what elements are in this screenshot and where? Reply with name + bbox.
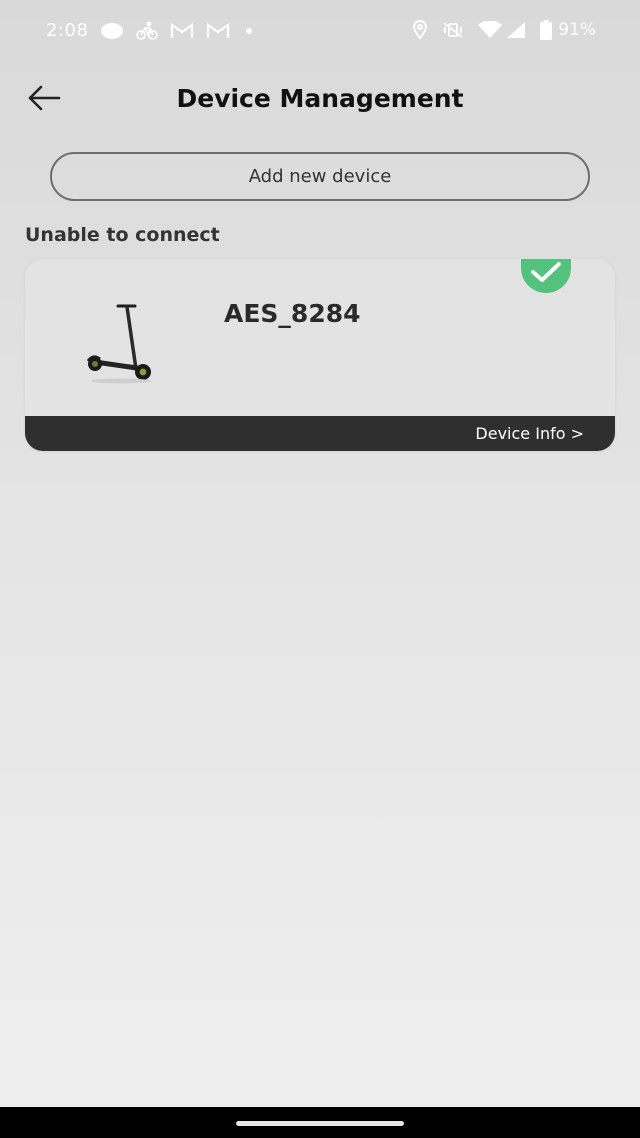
home-indicator[interactable]	[236, 1121, 404, 1126]
status-left: 2:08	[46, 20, 253, 41]
device-card[interactable]: AES_8284 Device Info >	[25, 259, 615, 451]
vibrate-off-icon	[442, 21, 464, 39]
bike-icon	[136, 21, 159, 41]
battery-percent: 91%	[558, 20, 596, 40]
page-title: Device Management	[176, 84, 464, 113]
scooter-image	[81, 299, 161, 387]
header: Device Management	[0, 70, 640, 130]
status-right: 91%	[412, 20, 596, 40]
gmail-icon	[206, 22, 230, 39]
selected-badge	[521, 259, 571, 293]
checkmark-icon	[530, 261, 562, 287]
dot-icon	[246, 27, 253, 34]
add-new-device-button[interactable]: Add new device	[50, 152, 590, 201]
cloud-icon	[100, 22, 124, 40]
navigation-bar	[0, 1107, 640, 1138]
signal-icon	[506, 21, 526, 39]
wifi-icon	[478, 21, 503, 39]
section-label: Unable to connect	[25, 224, 220, 246]
status-bar: 2:08 91%	[0, 0, 640, 64]
gmail-icon	[170, 22, 194, 39]
device-name: AES_8284	[224, 299, 361, 328]
device-info-link[interactable]: Device Info >	[475, 424, 584, 443]
location-icon	[412, 20, 428, 40]
battery-icon	[540, 20, 553, 40]
device-info-bar: Device Info >	[25, 416, 615, 451]
status-time: 2:08	[46, 20, 89, 41]
